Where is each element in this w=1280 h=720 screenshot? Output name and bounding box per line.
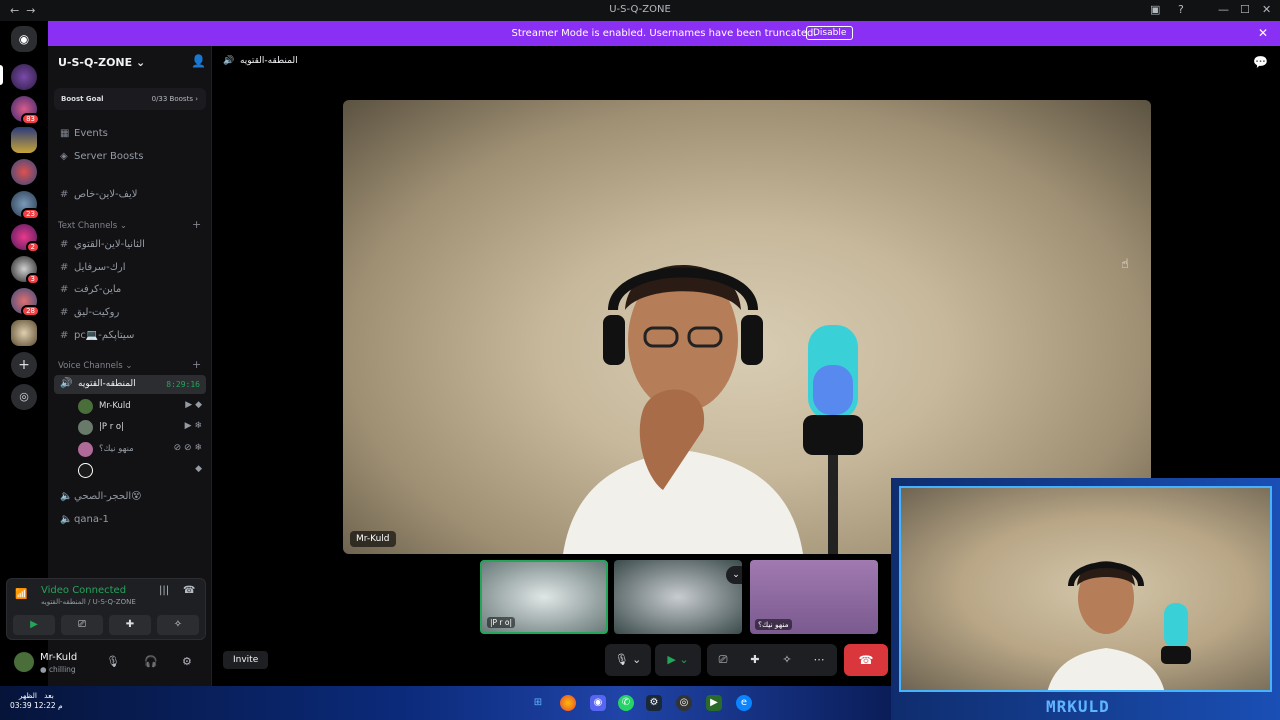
channel-item[interactable]: # لايف-لاين-خاص bbox=[60, 189, 137, 200]
active-voice-channel[interactable]: 🔊 المنطقه-القتويه 8:29:16 bbox=[54, 375, 206, 394]
mouse-cursor: ☝ bbox=[1121, 257, 1129, 272]
soundboard-button[interactable]: ✧ bbox=[157, 615, 199, 635]
add-channel-icon[interactable]: + bbox=[192, 358, 201, 371]
voice-member[interactable]: |P r o| ▶ ❄ bbox=[78, 419, 208, 437]
help-icon[interactable]: ? bbox=[1178, 3, 1184, 16]
server-icon[interactable] bbox=[11, 127, 37, 153]
user-status: ● chilling bbox=[40, 665, 76, 674]
settings-gear-icon[interactable]: ⚙ bbox=[182, 655, 192, 668]
activities-icon[interactable]: ✚ bbox=[743, 644, 767, 676]
channel-item[interactable]: # الثانيا-لاين-القتوي bbox=[60, 239, 145, 250]
signal-icon[interactable]: 📶 bbox=[15, 589, 27, 600]
text-channels-category[interactable]: Text Channels ⌄ bbox=[58, 221, 127, 231]
banner-text: Streamer Mode is enabled. Usernames have… bbox=[511, 28, 817, 39]
expand-participants-icon[interactable]: ⌄ 👥 bbox=[726, 566, 742, 584]
guild-name[interactable]: U-S-Q-ZONE ⌄ bbox=[58, 56, 145, 69]
inbox-icon[interactable]: ▣ bbox=[1150, 3, 1160, 16]
hang-up-button[interactable]: ☎ bbox=[844, 644, 888, 676]
close-window-button[interactable]: ✕ bbox=[1262, 3, 1271, 16]
screen-share-button[interactable]: ⎚ bbox=[61, 615, 103, 635]
participant-tile[interactable]: |P r o| bbox=[480, 560, 608, 634]
whatsapp-icon[interactable]: ✆ bbox=[618, 695, 634, 711]
voice-status: Video Connected bbox=[41, 585, 127, 596]
voice-connection-panel: 📶 Video Connected المنطقه-القتويه / U-S-… bbox=[6, 578, 206, 640]
avatar[interactable] bbox=[14, 652, 34, 672]
window-title: U-S-Q-ZONE bbox=[609, 4, 671, 15]
speaker-icon: 🔈 bbox=[60, 491, 73, 502]
voice-member[interactable]: منهو نيك؟ ⊘ ⊘ ❄ bbox=[78, 441, 208, 459]
channel-item[interactable]: # ماين-كرفت bbox=[60, 284, 121, 295]
activities-button[interactable]: ✚ bbox=[109, 615, 151, 635]
participant-name-tag: Mr-Kuld bbox=[350, 531, 396, 547]
server-icon[interactable] bbox=[11, 64, 37, 90]
app-icon[interactable]: ▶ bbox=[706, 695, 722, 711]
server-icon[interactable]: 3 bbox=[11, 256, 40, 285]
voice-location: المنطقه-القتويه / U-S-Q-ZONE bbox=[41, 598, 136, 606]
headphones-icon[interactable]: 🎧 bbox=[144, 655, 158, 668]
maximize-button[interactable]: ☐ bbox=[1240, 3, 1250, 16]
calendar-icon: ▦ bbox=[60, 128, 70, 139]
server-icon[interactable]: 28 bbox=[11, 288, 40, 317]
participant-tile[interactable]: ⌄ 👥 bbox=[614, 560, 742, 634]
server-icon[interactable] bbox=[11, 320, 37, 346]
screen-share-icon[interactable]: ⎚ bbox=[711, 644, 735, 676]
streamer-brand: MRKULD bbox=[1046, 697, 1110, 716]
add-server-icon[interactable]: + bbox=[11, 352, 37, 378]
edge-icon[interactable]: e bbox=[736, 695, 752, 711]
server-icon[interactable]: 2 bbox=[11, 224, 40, 253]
camera-toggle[interactable]: ▶ ⌄ bbox=[655, 644, 701, 676]
voice-member[interactable]: ◆ bbox=[78, 462, 208, 480]
more-options-icon[interactable]: ⋯ bbox=[807, 644, 831, 676]
soundboard-icon[interactable]: ✧ bbox=[775, 644, 799, 676]
username: Mr-Kuld bbox=[40, 652, 78, 663]
user-panel: Mr-Kuld ● chilling 🎙 🎧 ⚙ bbox=[6, 644, 206, 682]
voice-channel[interactable]: 🔈 qana-1 bbox=[60, 514, 109, 525]
add-channel-icon[interactable]: + bbox=[192, 218, 201, 231]
voice-channel[interactable]: 🔈 الحجر-الصحي😵 bbox=[60, 491, 142, 502]
participant-video bbox=[563, 265, 803, 554]
speaker-icon: 🔊 bbox=[60, 378, 73, 389]
disconnect-icon[interactable]: ☎ bbox=[183, 585, 195, 596]
boost-goal[interactable]: Boost Goal 0/33 Boosts › bbox=[54, 88, 206, 110]
voice-member[interactable]: Mr-Kuld ▶ ◆ bbox=[78, 398, 208, 416]
steam-icon[interactable]: ⚙ bbox=[646, 695, 662, 711]
chat-icon[interactable]: 💬 bbox=[1253, 55, 1268, 69]
microphone-icon[interactable]: 🎙 bbox=[106, 655, 120, 668]
obs-icon[interactable]: ◎ bbox=[676, 695, 692, 711]
chrome-icon[interactable] bbox=[560, 695, 576, 711]
events-item[interactable]: ▦ Events bbox=[60, 128, 108, 139]
microphone-prop bbox=[803, 325, 863, 554]
window-titlebar: ← → U-S-Q-ZONE ▣ ? — ☐ ✕ bbox=[0, 0, 1280, 21]
speaker-icon: 🔈 bbox=[60, 514, 73, 525]
participant-tile[interactable]: منهو نيك؟ bbox=[750, 560, 878, 634]
close-icon[interactable]: ✕ bbox=[1258, 26, 1268, 40]
voice-channels-category[interactable]: Voice Channels ⌄ bbox=[58, 361, 132, 371]
invite-people-icon[interactable]: 👤 bbox=[191, 54, 206, 68]
camera-button[interactable]: ▶ bbox=[13, 615, 55, 635]
os-taskbar: بعد الظهر 03:39 12:22 م ⊞ ◉ ✆ ⚙ ◎ ▶ e bbox=[0, 686, 891, 720]
noise-suppression-icon[interactable]: ||| bbox=[159, 585, 169, 596]
minimize-button[interactable]: — bbox=[1218, 3, 1229, 16]
server-icon[interactable]: 83 bbox=[11, 96, 40, 125]
streamer-webcam-overlay: MRKULD bbox=[891, 478, 1280, 720]
channel-header: 🔊 المنطقه-القتويه bbox=[223, 56, 298, 66]
discover-icon[interactable]: ◎ bbox=[11, 384, 37, 410]
boost-icon: ◈ bbox=[60, 151, 68, 162]
server-icon[interactable]: 23 bbox=[11, 191, 40, 220]
invite-button[interactable]: Invite bbox=[223, 651, 269, 669]
channel-item[interactable]: # ارك-سرفايل bbox=[60, 262, 126, 273]
microphone-toggle[interactable]: 🎙 ⌄ bbox=[605, 644, 651, 676]
clock[interactable]: بعد الظهر 03:39 12:22 م bbox=[10, 691, 63, 711]
discord-icon[interactable]: ◉ bbox=[590, 695, 606, 711]
server-icon[interactable] bbox=[11, 159, 37, 185]
streamer-mode-banner: Streamer Mode is enabled. Usernames have… bbox=[48, 21, 1280, 46]
channel-item[interactable]: # pc💻-سيتاپكم bbox=[60, 330, 134, 341]
channel-item[interactable]: # روكيت-ليق bbox=[60, 307, 119, 318]
webcam-feed bbox=[899, 486, 1272, 692]
server-boosts-item[interactable]: ◈ Server Boosts bbox=[60, 151, 143, 162]
discord-home-icon[interactable]: ◉ bbox=[11, 26, 37, 52]
disable-button[interactable]: Disable bbox=[806, 26, 854, 40]
start-icon[interactable]: ⊞ bbox=[530, 695, 546, 711]
